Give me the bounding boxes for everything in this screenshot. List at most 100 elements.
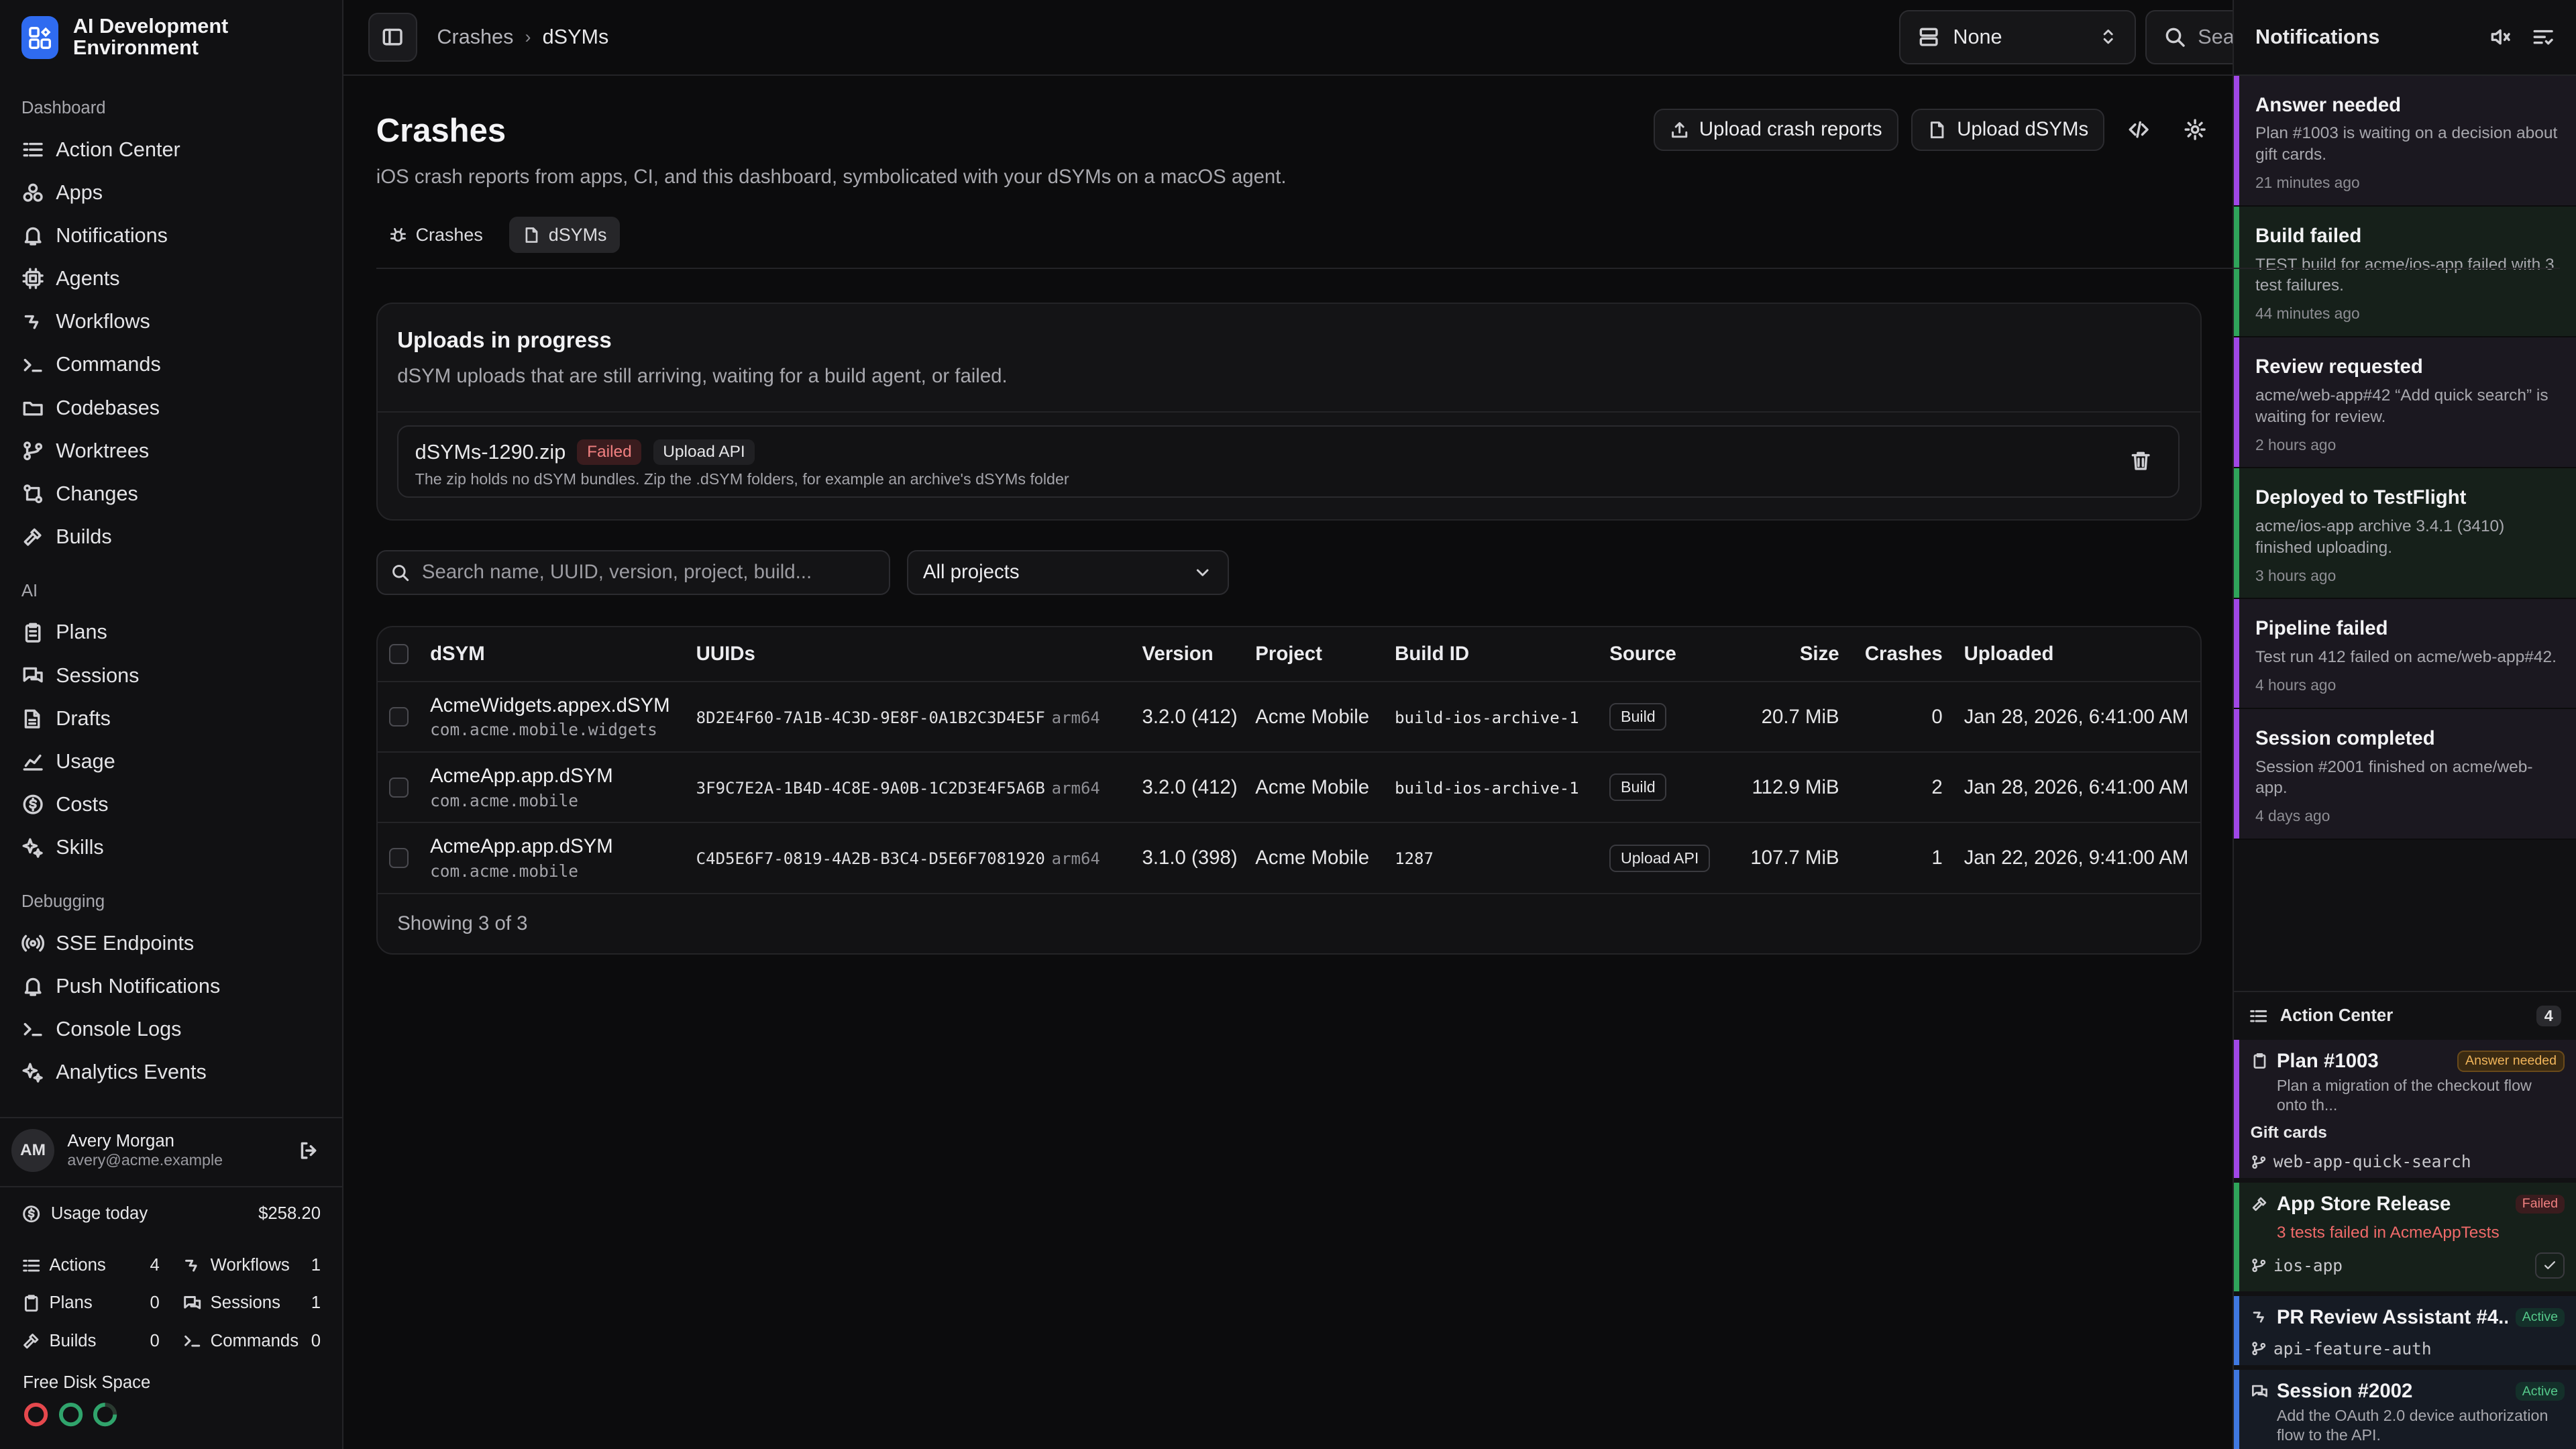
- notification-item[interactable]: Answer needed Plan #1003 is waiting on a …: [2234, 75, 2576, 207]
- sidebar-item-agents[interactable]: Agents: [0, 257, 342, 300]
- column-header[interactable]: Uploaded: [1942, 627, 2200, 682]
- action-center-header[interactable]: Action Center 4: [2234, 990, 2576, 1040]
- sidebar-item-analytics-events[interactable]: Analytics Events: [0, 1051, 342, 1094]
- select-all-checkbox[interactable]: [388, 644, 409, 664]
- usage-stat-value: 0: [311, 1331, 321, 1350]
- sidebar-item-usage[interactable]: Usage: [0, 740, 342, 783]
- upload-crash-reports-button[interactable]: Upload crash reports: [1653, 108, 1898, 152]
- column-header[interactable]: Source: [1609, 627, 1715, 682]
- notification-item[interactable]: Build failed TEST build for acme/ios-app …: [2234, 206, 2576, 338]
- tab-bar: Crashes dSYMs: [376, 217, 621, 254]
- table-row[interactable]: AcmeApp.app.dSYM com.acme.mobile 3F9C7E2A…: [377, 752, 2200, 824]
- user-menu[interactable]: AM Avery Morgan avery@acme.example: [0, 1117, 342, 1183]
- chart-icon: [23, 755, 43, 771]
- row-checkbox[interactable]: [388, 848, 409, 868]
- bell-icon: [24, 977, 42, 996]
- logout-icon[interactable]: [298, 1139, 321, 1162]
- column-header[interactable]: Project: [1255, 627, 1395, 682]
- notification-item[interactable]: Pipeline failed Test run 412 failed on ac…: [2234, 599, 2576, 709]
- sparkle-icon: [22, 1063, 43, 1083]
- project-filter-select[interactable]: All projects: [906, 550, 1229, 595]
- brand[interactable]: AI Development Environment: [0, 0, 342, 76]
- sidebar-item-costs[interactable]: Costs: [0, 784, 342, 826]
- notification-title: Answer needed: [2255, 93, 2402, 116]
- action-item-pr-review[interactable]: PR Review Assistant #4... Active api-fea…: [2234, 1296, 2576, 1366]
- sidebar-item-changes[interactable]: Changes: [0, 472, 342, 515]
- sidebar-item-label: Apps: [56, 180, 103, 204]
- column-header[interactable]: dSYM: [430, 627, 696, 682]
- sidebar-item-worktrees[interactable]: Worktrees: [0, 429, 342, 472]
- status-badge: Failed: [2515, 1195, 2565, 1214]
- column-header[interactable]: Size: [1714, 627, 1839, 682]
- sidebar-item-workflows[interactable]: Workflows: [0, 301, 342, 343]
- mark-read-icon[interactable]: [2532, 25, 2555, 48]
- column-header[interactable]: UUIDs: [696, 627, 1142, 682]
- upload-item[interactable]: dSYMs-1290.zip Failed Upload API The zip…: [397, 425, 2180, 498]
- code-view-button[interactable]: [2118, 109, 2161, 152]
- mute-icon[interactable]: [2489, 25, 2512, 48]
- usage-stat-sessions[interactable]: Sessions 1: [182, 1285, 321, 1322]
- usage-stat-label: Commands: [210, 1331, 299, 1350]
- dsym-name: AcmeApp.app.dSYM: [430, 835, 613, 858]
- sidebar-item-plans[interactable]: Plans: [0, 611, 342, 654]
- row-checkbox[interactable]: [388, 777, 409, 798]
- sidebar-item-label: Worktrees: [56, 439, 150, 462]
- tab-crashes[interactable]: Crashes: [376, 217, 496, 253]
- sidebar-item-apps[interactable]: Apps: [0, 171, 342, 214]
- hammer-icon: [23, 1334, 39, 1349]
- usage-stat-label: Sessions: [210, 1293, 280, 1313]
- sidebar-item-push-notifications[interactable]: Push Notifications: [0, 965, 342, 1008]
- tab-dsyms[interactable]: dSYMs: [508, 217, 621, 254]
- dsym-search-input[interactable]: Search name, UUID, version, project, bui…: [376, 550, 891, 595]
- dsym-version: 3.1.0 (398): [1142, 822, 1256, 894]
- sidebar-item-drafts[interactable]: Drafts: [0, 697, 342, 740]
- usage-stat-builds[interactable]: Builds 0: [21, 1322, 160, 1360]
- dsym-uuid: C4D5E6F7-0819-4A2B-B3C4-D5E6F7081920: [696, 849, 1045, 869]
- nav-section-dashboard: Dashboard Action Center Apps Notificatio…: [0, 76, 342, 559]
- disk-ring-icon[interactable]: [23, 1401, 49, 1428]
- sidebar-item-notifications[interactable]: Notifications: [0, 214, 342, 257]
- column-header[interactable]: Version: [1142, 627, 1256, 682]
- notification-item[interactable]: Session completed Session #2001 finished …: [2234, 708, 2576, 841]
- sidebar-item-commands[interactable]: Commands: [0, 343, 342, 386]
- upload-dsyms-button[interactable]: Upload dSYMs: [1911, 108, 2105, 152]
- list-check-icon: [2250, 1010, 2267, 1022]
- sidebar-item-sessions[interactable]: Sessions: [0, 654, 342, 697]
- notification-item[interactable]: Review requested acme/web-app#42 “Add qui…: [2234, 337, 2576, 469]
- table-row[interactable]: AcmeWidgets.appex.dSYM com.acme.mobile.wi…: [377, 681, 2200, 753]
- sidebar-item-sse-endpoints[interactable]: SSE Endpoints: [0, 922, 342, 965]
- sidebar-item-codebases[interactable]: Codebases: [0, 386, 342, 429]
- column-header[interactable]: Crashes: [1839, 627, 1943, 682]
- usage-stat-commands[interactable]: Commands 0: [182, 1322, 321, 1360]
- disk-ring-icon[interactable]: [58, 1401, 84, 1428]
- tabs-divider: [376, 268, 2560, 269]
- disk-ring-icon[interactable]: [92, 1401, 118, 1428]
- action-item-release[interactable]: App Store Release Failed 3 tests failed …: [2234, 1183, 2576, 1291]
- sidebar-item-console-logs[interactable]: Console Logs: [0, 1008, 342, 1051]
- usage-stat-label: Builds: [49, 1331, 97, 1350]
- sidebar-item-skills[interactable]: Skills: [0, 826, 342, 869]
- notification-item[interactable]: Deployed to TestFlight acme/ios-app archi…: [2234, 468, 2576, 600]
- sidebar-item-builds[interactable]: Builds: [0, 515, 342, 558]
- usage-stat-actions[interactable]: Actions 4: [21, 1246, 160, 1284]
- row-checkbox[interactable]: [388, 706, 409, 727]
- breadcrumb-crashes[interactable]: Crashes: [437, 25, 513, 49]
- check-icon: [2544, 1261, 2555, 1270]
- settings-button[interactable]: [2174, 109, 2216, 152]
- dsym-project: Acme Mobile: [1255, 681, 1395, 753]
- terminal-icon: [23, 1023, 42, 1036]
- clipboard-icon: [25, 623, 41, 643]
- check-button[interactable]: [2534, 1252, 2565, 1279]
- toggle-sidebar-button[interactable]: [368, 12, 418, 62]
- table-row[interactable]: AcmeApp.app.dSYM com.acme.mobile C4D5E6F7…: [377, 822, 2200, 894]
- action-item-plan[interactable]: Plan #1003 Answer needed Plan a migratio…: [2234, 1040, 2576, 1178]
- environment-selector[interactable]: None: [1899, 9, 2136, 64]
- sidebar-item-action-center[interactable]: Action Center: [0, 128, 342, 171]
- usage-stat-workflows[interactable]: Workflows 1: [182, 1246, 321, 1284]
- column-header[interactable]: Build ID: [1395, 627, 1610, 682]
- usage-stat-plans[interactable]: Plans 0: [21, 1285, 160, 1322]
- trash-icon[interactable]: [2129, 449, 2152, 472]
- action-item-session[interactable]: Session #2002 Active Add the OAuth 2.0 d…: [2234, 1370, 2576, 1449]
- action-item-title: PR Review Assistant #4...: [2276, 1305, 2508, 1328]
- folder-icon: [23, 401, 43, 416]
